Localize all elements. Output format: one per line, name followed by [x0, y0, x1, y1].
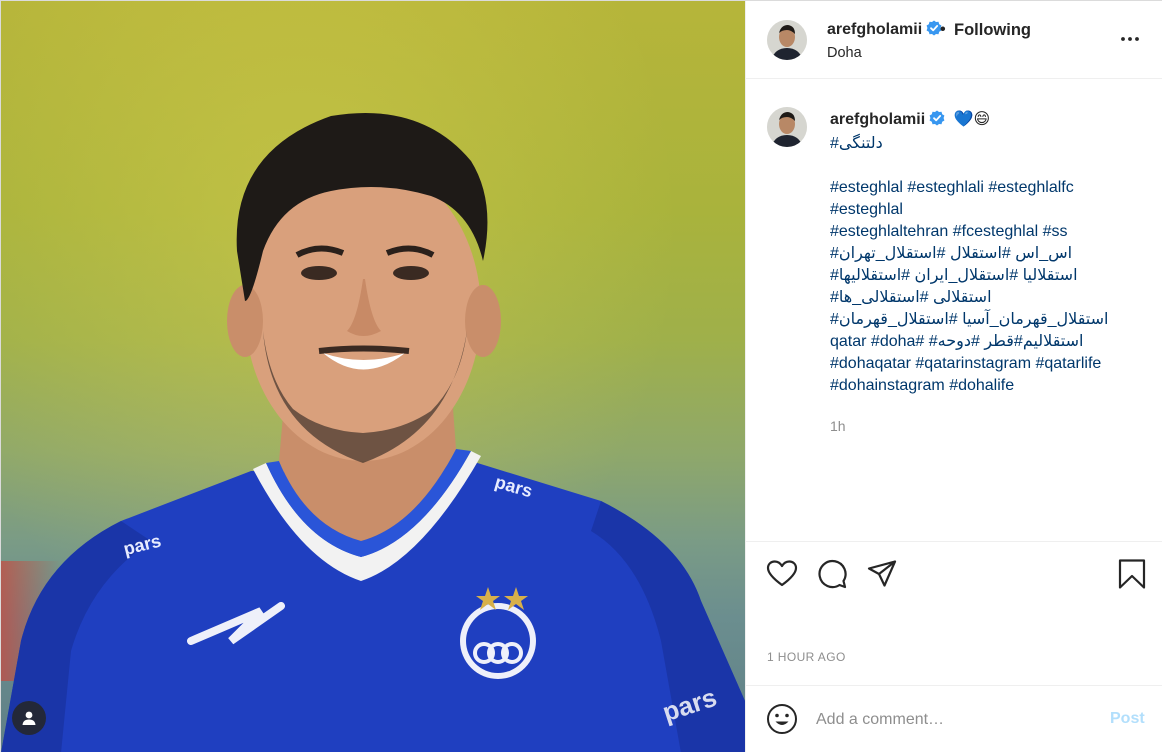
caption-hashtag-line[interactable]: استقلالی #استقلالی_ها#	[830, 287, 1150, 309]
caption-hashtag-line[interactable]: استقلالیم#قطر #دوحه# #qatar #doha	[830, 331, 1150, 353]
heart-icon	[766, 560, 798, 587]
post-header: arefgholamii • Following Doha	[746, 1, 1162, 79]
caption-author-avatar[interactable]	[767, 107, 807, 147]
caption-relative-time[interactable]: 1h	[830, 418, 846, 434]
bookmark-icon	[1118, 559, 1146, 589]
caption-emoji: 💙😄	[953, 111, 991, 128]
avatar-image	[767, 20, 807, 60]
add-comment-bar: Post	[746, 685, 1162, 752]
caption-hashtag-line[interactable]: استقلال_قهرمان_آسیا #استقلال_قهرمان#	[830, 309, 1150, 331]
caption-hashtag-line[interactable]: استقلالیا #استقلال_ایران #استقلالیها#	[830, 265, 1150, 287]
post-sidebar: arefgholamii • Following Doha arefgholam…	[745, 1, 1162, 752]
post-comment-button[interactable]: Post	[1110, 710, 1145, 728]
caption-username[interactable]: arefgholamii	[830, 111, 925, 128]
post-photo[interactable]: pars pars pars	[1, 1, 745, 752]
author-avatar[interactable]	[767, 20, 807, 60]
post-dialog: pars pars pars arefgholamii • Following …	[0, 0, 1162, 752]
comment-icon	[818, 560, 847, 589]
more-options-button[interactable]	[1118, 27, 1142, 51]
emoji-icon	[767, 704, 797, 734]
caption-header: arefgholamii 💙😄	[830, 109, 1150, 133]
user-tag-icon	[22, 711, 36, 725]
caption-hashtag-line[interactable]: #esteghlal #esteghlali #esteghlalfc	[830, 177, 1150, 199]
follow-button[interactable]: Following	[954, 21, 1031, 40]
caption-text: arefgholamii 💙😄 #دلتنگی #esteghlal #este…	[830, 109, 1150, 397]
user-tag-button[interactable]	[12, 701, 46, 735]
caption-hashtag-line[interactable]: #esteghlal	[830, 199, 1150, 221]
more-options-icon	[1121, 37, 1139, 41]
avatar-image	[767, 107, 807, 147]
emoji-picker-button[interactable]	[766, 703, 798, 740]
post-timestamp[interactable]: 1 HOUR AGO	[767, 650, 846, 664]
comment-button[interactable]	[816, 558, 848, 595]
caption-hashtag-line[interactable]: اس_اس #استقلال #استقلال_تهران#	[830, 243, 1150, 265]
verified-badge-icon	[929, 110, 945, 133]
player-illustration: pars pars pars	[1, 113, 745, 752]
share-icon	[867, 560, 897, 587]
location-link[interactable]: Doha	[827, 45, 862, 61]
like-button[interactable]	[766, 558, 798, 595]
comments-section: arefgholamii 💙😄 #دلتنگی #esteghlal #este…	[746, 80, 1162, 540]
caption-hashtag-line[interactable]: #esteghlaltehran #fcesteghlal #ss	[830, 221, 1150, 243]
action-bar	[746, 541, 1162, 605]
comment-input[interactable]	[816, 708, 1086, 732]
save-button[interactable]	[1116, 558, 1148, 595]
caption-hashtag-line[interactable]: #dohainstagram #dohalife	[830, 375, 1150, 397]
caption-hashtag-line[interactable]: #دلتنگی	[830, 133, 1150, 155]
caption-hashtag-line[interactable]: #dohaqatar #qatarinstagram #qatarlife	[830, 353, 1150, 375]
author-username[interactable]: arefgholamii	[827, 21, 922, 38]
share-button[interactable]	[866, 558, 898, 595]
author-line: arefgholamii	[827, 20, 942, 41]
bullet-separator: •	[940, 21, 946, 38]
